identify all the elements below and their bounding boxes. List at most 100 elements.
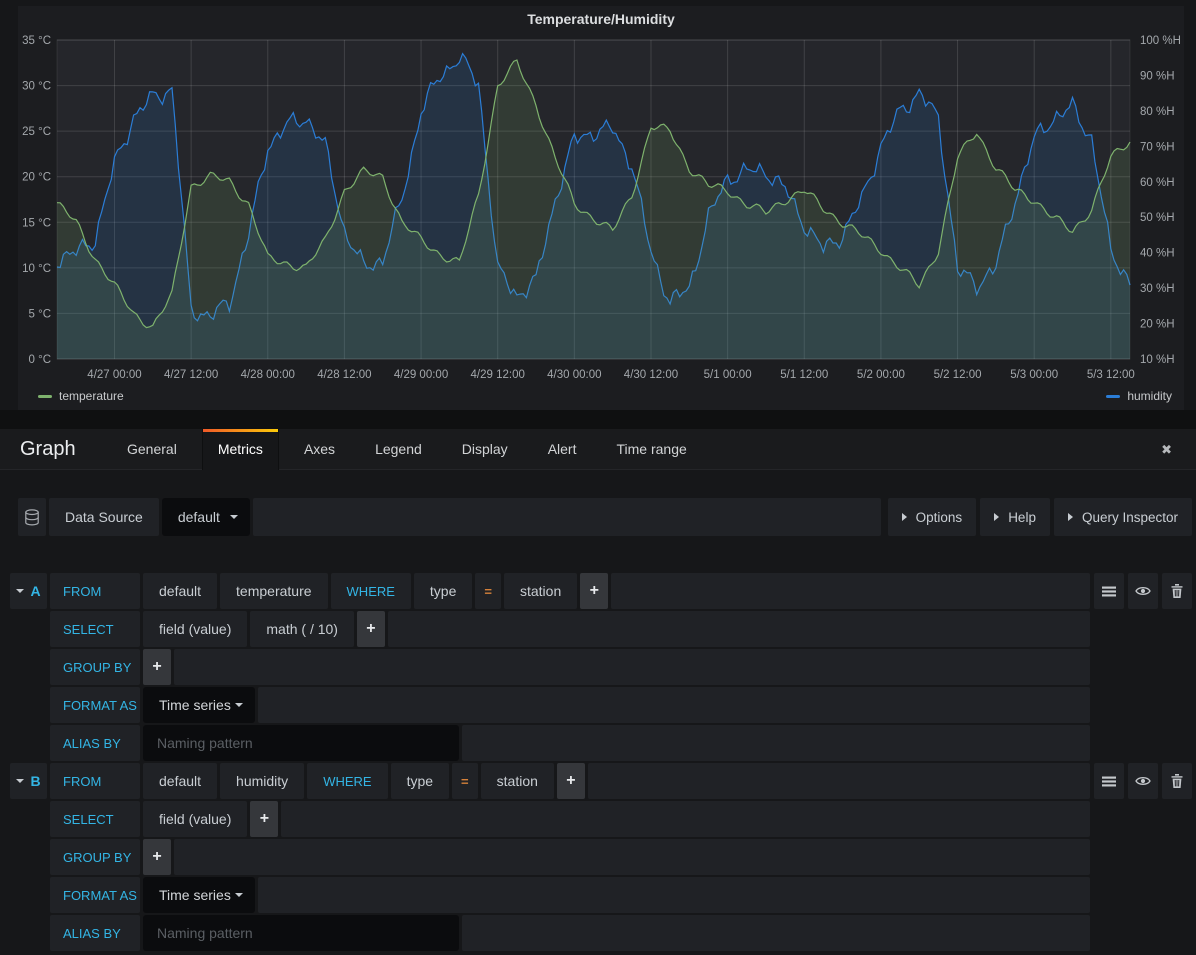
x-axis-tick: 4/29 12:00 xyxy=(471,369,525,381)
datasource-row: Data Source default Options Help Query I… xyxy=(18,498,1192,536)
query-b-row-alias-by: ALIAS BYNaming pattern xyxy=(50,915,1192,951)
legend-item-temperature[interactable]: temperature xyxy=(38,389,124,403)
editor-tab-bar: Graph GeneralMetricsAxesLegendDisplayAle… xyxy=(0,429,1196,470)
format-as-select[interactable]: Time series xyxy=(143,877,255,913)
y-axis-right-tick: 60 %H xyxy=(1140,177,1175,189)
editor-tabs: GeneralMetricsAxesLegendDisplayAlertTime… xyxy=(112,429,712,470)
segment-station[interactable]: station xyxy=(481,763,554,799)
legend-item-humidity[interactable]: humidity xyxy=(1106,389,1172,403)
clause-label-select: SELECT xyxy=(50,611,140,647)
y-axis-left-tick: 0 °C xyxy=(29,354,52,366)
add-segment-button[interactable]: + xyxy=(143,649,171,685)
y-axis-left-tick: 10 °C xyxy=(22,263,51,275)
query-b-row-group-by: GROUP BY+ xyxy=(50,839,1192,875)
selected-value: Time series xyxy=(159,697,231,713)
datasource-selected-value: default xyxy=(178,509,220,525)
clause-label-alias-by: ALIAS BY xyxy=(50,915,140,951)
trash-icon xyxy=(1171,774,1183,788)
x-axis-tick: 5/3 12:00 xyxy=(1087,369,1135,381)
time-series-chart[interactable]: 4/27 00:004/27 12:004/28 00:004/28 12:00… xyxy=(18,6,1184,386)
datasource-select[interactable]: default xyxy=(162,498,250,536)
tab-general[interactable]: General xyxy=(112,429,192,470)
segment-field-value[interactable]: field (value) xyxy=(143,611,247,647)
query-a-row-group-by: GROUP BY+ xyxy=(50,649,1192,685)
x-axis-tick: 5/1 12:00 xyxy=(780,369,828,381)
tab-metrics[interactable]: Metrics xyxy=(202,429,279,470)
help-button[interactable]: Help xyxy=(980,498,1050,536)
query-a-row-alias-by: ALIAS BYNaming pattern xyxy=(50,725,1192,761)
format-as-select[interactable]: Time series xyxy=(143,687,255,723)
x-axis-tick: 4/29 00:00 xyxy=(394,369,448,381)
datasource-label: Data Source xyxy=(49,498,159,536)
legend-color-humidity xyxy=(1106,395,1120,398)
alias-by-input[interactable]: Naming pattern xyxy=(143,725,459,761)
add-segment-button[interactable]: + xyxy=(143,839,171,875)
options-button[interactable]: Options xyxy=(888,498,977,536)
operator-segment[interactable]: = xyxy=(452,763,478,799)
close-icon[interactable]: ✖ xyxy=(1161,429,1172,470)
row-spacer xyxy=(462,725,1090,761)
segment-type[interactable]: type xyxy=(414,573,472,609)
legend-label-temperature[interactable]: temperature xyxy=(59,389,124,403)
query-letter: A xyxy=(30,583,40,599)
menu-icon xyxy=(1102,585,1116,598)
segment-temperature[interactable]: temperature xyxy=(220,573,327,609)
query-a-row-select: SELECTfield (value)math ( / 10)+ xyxy=(50,611,1192,647)
query-inspector-button[interactable]: Query Inspector xyxy=(1054,498,1192,536)
chevron-down-icon xyxy=(235,703,243,707)
segment-humidity[interactable]: humidity xyxy=(220,763,304,799)
row-spacer xyxy=(462,915,1090,951)
keyword-where[interactable]: WHERE xyxy=(307,763,387,799)
query-letter: B xyxy=(30,773,40,789)
query-actions xyxy=(1090,573,1192,609)
chevron-down-icon xyxy=(16,779,24,783)
query-delete-button[interactable] xyxy=(1162,573,1192,609)
row-spacer xyxy=(174,649,1090,685)
tab-axes[interactable]: Axes xyxy=(289,429,350,470)
legend-label-humidity[interactable]: humidity xyxy=(1127,389,1172,403)
operator-segment[interactable]: = xyxy=(475,573,501,609)
x-axis-tick: 5/1 00:00 xyxy=(704,369,752,381)
query-menu-button[interactable] xyxy=(1094,763,1124,799)
query-visibility-button[interactable] xyxy=(1128,573,1158,609)
chevron-down-icon xyxy=(235,893,243,897)
keyword-where[interactable]: WHERE xyxy=(331,573,411,609)
tab-alert[interactable]: Alert xyxy=(533,429,592,470)
add-segment-button[interactable]: + xyxy=(357,611,385,647)
segment-default[interactable]: default xyxy=(143,573,217,609)
query-visibility-button[interactable] xyxy=(1128,763,1158,799)
query-collapse-toggle-b[interactable]: B xyxy=(10,763,47,799)
segment-field-value[interactable]: field (value) xyxy=(143,801,247,837)
x-axis-tick: 4/27 12:00 xyxy=(164,369,218,381)
query-a: AFROMdefaulttemperatureWHEREtype=station… xyxy=(10,573,1192,761)
y-axis-right-tick: 20 %H xyxy=(1140,319,1175,331)
add-segment-button[interactable]: + xyxy=(557,763,585,799)
add-segment-button[interactable]: + xyxy=(580,573,608,609)
alias-by-input[interactable]: Naming pattern xyxy=(143,915,459,951)
eye-icon xyxy=(1135,585,1151,597)
caret-right-icon xyxy=(902,513,907,521)
y-axis-left-tick: 30 °C xyxy=(22,81,51,93)
y-axis-left-tick: 15 °C xyxy=(22,217,51,229)
add-segment-button[interactable]: + xyxy=(250,801,278,837)
tab-time-range[interactable]: Time range xyxy=(601,429,701,470)
chevron-down-icon xyxy=(16,589,24,593)
tab-legend[interactable]: Legend xyxy=(360,429,437,470)
query-menu-button[interactable] xyxy=(1094,573,1124,609)
query-delete-button[interactable] xyxy=(1162,763,1192,799)
segment-station[interactable]: station xyxy=(504,573,577,609)
tab-display[interactable]: Display xyxy=(447,429,523,470)
query-collapse-toggle-a[interactable]: A xyxy=(10,573,47,609)
segment-math-10[interactable]: math ( / 10) xyxy=(250,611,354,647)
segment-default[interactable]: default xyxy=(143,763,217,799)
caret-right-icon xyxy=(1068,513,1073,521)
segment-type[interactable]: type xyxy=(391,763,449,799)
selected-value: Time series xyxy=(159,887,231,903)
x-axis-tick: 4/27 00:00 xyxy=(87,369,141,381)
eye-icon xyxy=(1135,775,1151,787)
y-axis-right-tick: 50 %H xyxy=(1140,212,1175,224)
clause-label-from: FROM xyxy=(50,763,140,799)
y-axis-left-tick: 25 °C xyxy=(22,126,51,138)
row-spacer xyxy=(611,573,1090,609)
row-spacer xyxy=(174,839,1090,875)
